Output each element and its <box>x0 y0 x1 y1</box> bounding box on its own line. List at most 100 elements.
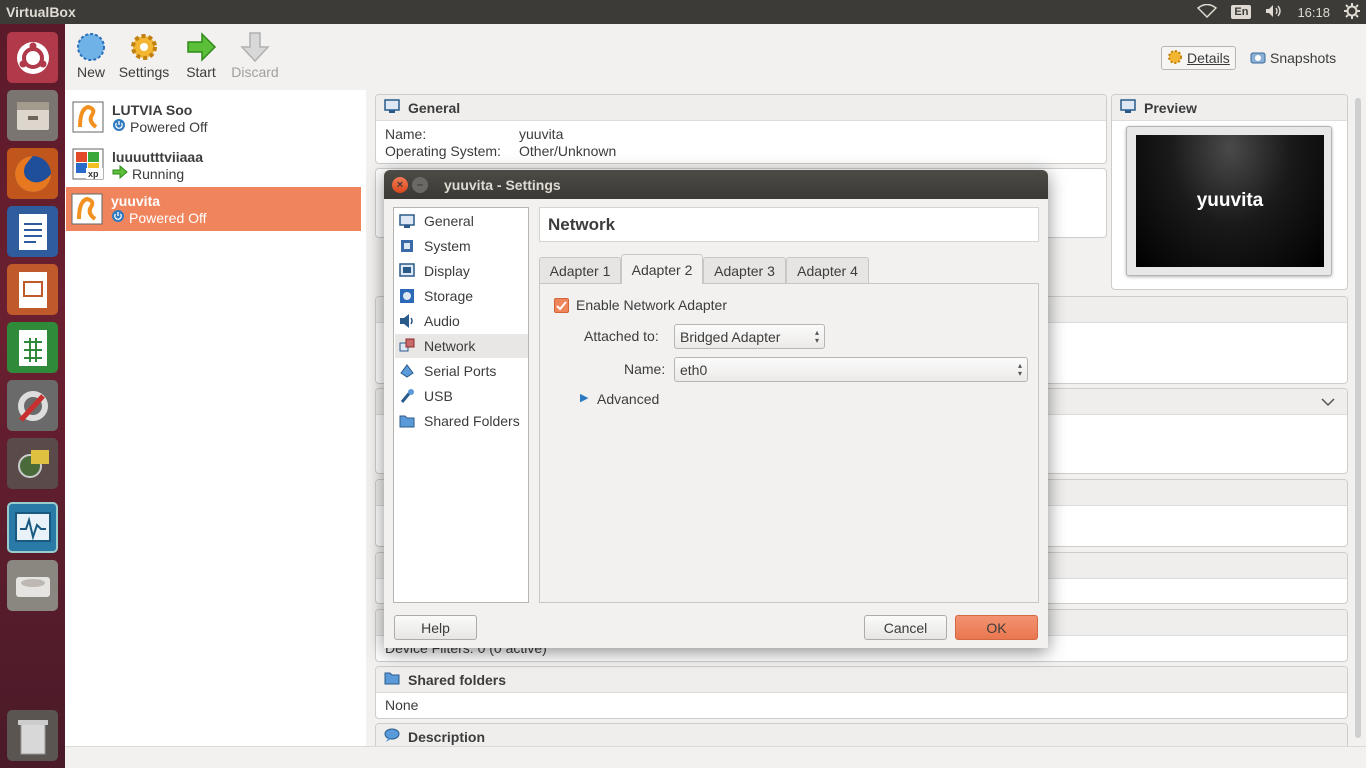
details-scrollbar[interactable] <box>1352 94 1366 746</box>
start-button[interactable]: Start <box>175 30 227 80</box>
new-button-label: New <box>76 64 105 80</box>
name-key: Name: <box>385 126 427 142</box>
vm-list-item[interactable]: LUTVIA Soo Powered Off <box>67 95 362 139</box>
checkmark-icon <box>556 300 567 310</box>
monitor-icon <box>1120 98 1136 117</box>
status-bar <box>65 746 1366 768</box>
snapshots-button[interactable]: Snapshots <box>1245 46 1341 70</box>
settings-button-label: Settings <box>118 64 170 80</box>
description-title: Description <box>408 728 486 745</box>
spin-arrows-icon: ▴ ▾ <box>1017 361 1022 378</box>
spin-arrows-icon: ▴ ▾ <box>814 328 819 345</box>
settings-gear-icon <box>117 30 171 64</box>
display-icon <box>399 263 415 277</box>
settings-button[interactable]: Settings <box>117 30 171 80</box>
vm-name: LUTVIA Soo <box>112 102 193 118</box>
attached-to-value: Bridged Adapter <box>680 328 781 345</box>
enable-adapter-label[interactable]: Enable Network Adapter <box>576 297 727 313</box>
vm-list-item-selected[interactable]: yuuvita Powered Off <box>66 187 361 231</box>
discard-button[interactable]: Discard <box>228 30 282 80</box>
page-title: Network <box>539 207 1039 242</box>
cancel-button[interactable]: Cancel <box>864 615 947 640</box>
tab-adapter-1[interactable]: Adapter 1 <box>539 257 621 284</box>
virtualbox-monitor-icon[interactable] <box>7 502 58 553</box>
enable-adapter-checkbox[interactable] <box>554 298 569 313</box>
ok-button[interactable]: OK <box>955 615 1038 640</box>
trash-icon[interactable] <box>7 710 58 761</box>
libreoffice-writer-icon[interactable] <box>7 206 58 257</box>
launcher <box>0 24 65 768</box>
category-audio[interactable]: Audio <box>395 309 528 333</box>
chip-icon <box>401 240 413 252</box>
category-shared-folders[interactable]: Shared Folders <box>395 409 528 433</box>
monitor-icon <box>399 214 415 228</box>
interface-name-select[interactable]: eth0 ▴ ▾ <box>674 357 1028 382</box>
category-label: Shared Folders <box>424 413 520 429</box>
tab-adapter-2[interactable]: Adapter 2 <box>621 254 703 284</box>
category-label: System <box>424 238 471 254</box>
new-button[interactable]: New <box>65 30 117 80</box>
minimize-icon[interactable]: – <box>412 176 428 193</box>
collapse-chevron-icon[interactable] <box>1321 394 1335 410</box>
libreoffice-calc-icon[interactable] <box>7 322 58 373</box>
storage-disc-icon <box>400 289 414 303</box>
category-serial-ports[interactable]: Serial Ports <box>395 359 528 383</box>
discard-arrow-icon <box>228 30 282 64</box>
details-button[interactable]: Details <box>1161 46 1236 70</box>
gear-icon[interactable] <box>1344 2 1360 22</box>
system-monitor-icon[interactable] <box>7 438 58 489</box>
volume-icon[interactable] <box>1265 4 1283 21</box>
new-icon <box>65 30 117 64</box>
attached-to-select[interactable]: Bridged Adapter ▴ ▾ <box>674 324 825 349</box>
snapshots-label: Snapshots <box>1270 50 1337 66</box>
vm-windows-xp-icon: xp <box>72 148 104 180</box>
vm-list: LUTVIA Soo Powered Off xp luuuutttviiaaa… <box>65 90 366 746</box>
category-general[interactable]: General <box>395 209 528 233</box>
shared-folders-title: Shared folders <box>408 671 507 688</box>
vm-state: Running <box>132 165 185 182</box>
help-button[interactable]: Help <box>394 615 477 640</box>
ubuntu-dash-icon[interactable] <box>7 32 58 83</box>
usb-icon <box>400 389 414 403</box>
svg-text:xp: xp <box>88 169 99 179</box>
vm-list-item[interactable]: xp luuuutttviiaaa Running <box>67 142 362 186</box>
category-system[interactable]: System <box>395 234 528 258</box>
category-label: Network <box>424 338 476 354</box>
firefox-icon[interactable] <box>7 148 58 199</box>
libreoffice-impress-icon[interactable] <box>7 264 58 315</box>
adapter-tab-content: Enable Network Adapter Attached to: Brid… <box>539 283 1039 603</box>
category-network[interactable]: Network <box>395 334 528 358</box>
monitor-icon <box>384 98 400 117</box>
preview-thumbnail: yuuvita <box>1126 126 1332 276</box>
speech-bubble-icon <box>384 728 400 745</box>
tab-adapter-3[interactable]: Adapter 3 <box>703 257 786 284</box>
serial-port-icon <box>400 364 414 378</box>
preview-title: Preview <box>1144 99 1197 116</box>
vm-name: yuuvita <box>111 193 161 209</box>
advanced-toggle[interactable]: Advanced <box>597 391 659 407</box>
interface-name-value: eth0 <box>680 361 708 378</box>
category-storage[interactable]: Storage <box>395 284 528 308</box>
keyboard-layout-indicator[interactable]: En <box>1231 5 1252 19</box>
settings-dialog: × – yuuvita - Settings General System Di… <box>384 170 1048 648</box>
drive-icon[interactable] <box>7 560 58 611</box>
vm-other-os-icon <box>71 193 103 225</box>
scrollbar-thumb[interactable] <box>1355 98 1361 738</box>
app-title: VirtualBox <box>6 4 76 20</box>
system-settings-icon[interactable] <box>7 380 58 431</box>
tab-adapter-4[interactable]: Adapter 4 <box>786 257 869 284</box>
files-icon[interactable] <box>7 90 58 141</box>
adapter-tabs: Adapter 1 Adapter 2 Adapter 3 Adapter 4 <box>539 254 1039 284</box>
clock[interactable]: 16:18 <box>1297 5 1330 20</box>
category-display[interactable]: Display <box>395 259 528 283</box>
general-title: General <box>408 99 461 116</box>
expand-triangle-icon[interactable]: ▶ <box>580 391 588 404</box>
dialog-title: yuuvita - Settings <box>444 176 561 193</box>
category-label: Display <box>424 263 470 279</box>
dialog-titlebar[interactable]: × – yuuvita - Settings <box>384 170 1048 199</box>
name-value: yuuvita <box>519 126 564 142</box>
close-icon[interactable]: × <box>392 176 408 193</box>
wifi-icon[interactable] <box>1197 3 1218 21</box>
category-usb[interactable]: USB <box>395 384 528 408</box>
os-key: Operating System: <box>385 143 501 159</box>
